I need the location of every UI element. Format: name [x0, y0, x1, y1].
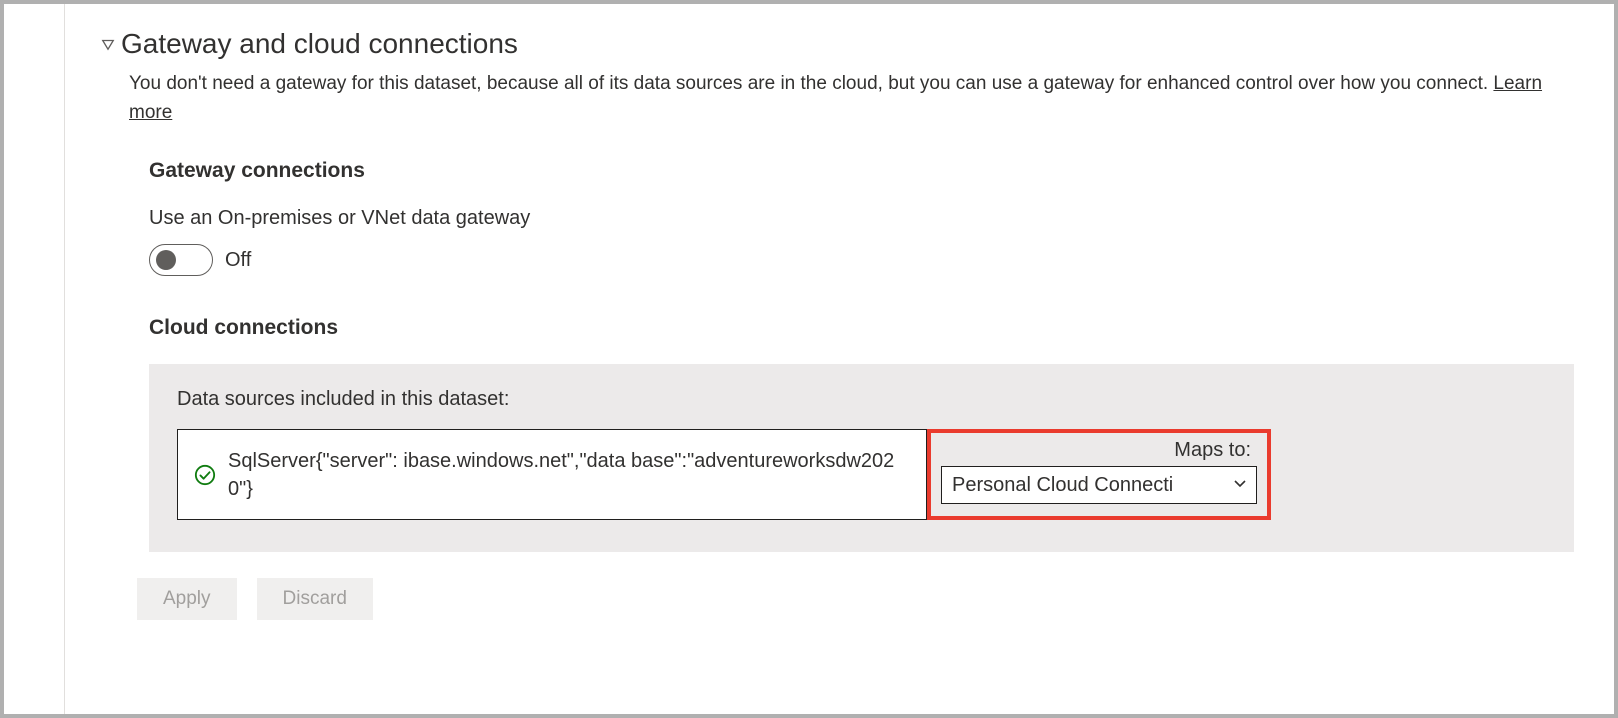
check-circle-icon — [194, 464, 216, 486]
collapse-toggle-icon[interactable] — [101, 37, 115, 51]
maps-to-select[interactable]: Personal Cloud Connecti — [941, 466, 1257, 504]
section-title: Gateway and cloud connections — [121, 28, 518, 60]
datasources-caption: Data sources included in this dataset: — [177, 388, 1546, 411]
datasource-text: SqlServer{"server": ibase.windows.net","… — [228, 447, 910, 503]
gateway-toggle-label: Use an On-premises or VNet data gateway — [149, 207, 1574, 230]
datasource-card: SqlServer{"server": ibase.windows.net","… — [177, 429, 927, 520]
cloud-connections-heading: Cloud connections — [149, 316, 1574, 340]
gateway-toggle[interactable] — [149, 244, 213, 276]
maps-to-label: Maps to: — [1174, 439, 1251, 462]
cloud-connections-panel: Data sources included in this dataset: S… — [149, 364, 1574, 552]
gateway-connections-heading: Gateway connections — [149, 159, 1574, 183]
maps-to-highlight: Maps to: Personal Cloud Connecti — [927, 429, 1271, 520]
datasource-row: SqlServer{"server": ibase.windows.net","… — [177, 429, 1546, 520]
chevron-down-icon — [1232, 474, 1248, 497]
apply-button[interactable]: Apply — [137, 578, 237, 620]
maps-to-selected-value: Personal Cloud Connecti — [952, 474, 1173, 497]
discard-button[interactable]: Discard — [257, 578, 373, 620]
section-description-text: You don't need a gateway for this datase… — [129, 73, 1493, 94]
gateway-toggle-state: Off — [225, 249, 251, 272]
section-description: You don't need a gateway for this datase… — [129, 70, 1574, 127]
toggle-knob — [156, 250, 176, 270]
